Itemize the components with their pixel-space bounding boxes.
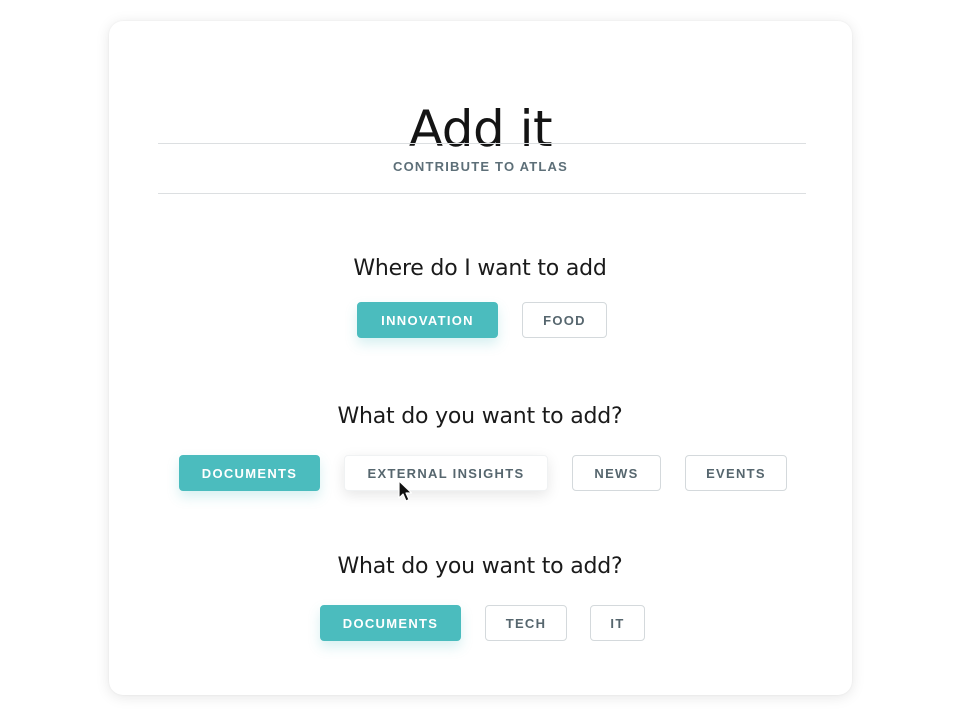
option-it-button[interactable]: IT	[590, 605, 645, 641]
option-innovation-button[interactable]: INNOVATION	[357, 302, 498, 338]
page-subtitle: CONTRIBUTE TO ATLAS	[393, 159, 568, 174]
option-tech-button[interactable]: TECH	[485, 605, 567, 641]
section-heading-what-type: What do you want to add?	[337, 404, 623, 429]
add-it-card: Add it CONTRIBUTE TO ATLAS	[109, 21, 852, 695]
option-external-insights-button[interactable]: EXTERNAL INSIGHTS	[344, 455, 548, 491]
option-documents-button-2[interactable]: DOCUMENTS	[320, 605, 461, 641]
mouse-pointer-icon	[398, 480, 413, 502]
option-documents-button[interactable]: DOCUMENTS	[179, 455, 320, 491]
title-divider-top	[158, 143, 806, 144]
option-food-button[interactable]: FOOD	[522, 302, 607, 338]
page-title: Add it	[408, 100, 553, 158]
title-divider-bottom	[158, 193, 806, 194]
section-heading-what-category: What do you want to add?	[337, 554, 623, 579]
option-news-button[interactable]: NEWS	[572, 455, 661, 491]
option-events-button[interactable]: EVENTS	[685, 455, 787, 491]
section-heading-where: Where do I want to add	[353, 256, 607, 281]
